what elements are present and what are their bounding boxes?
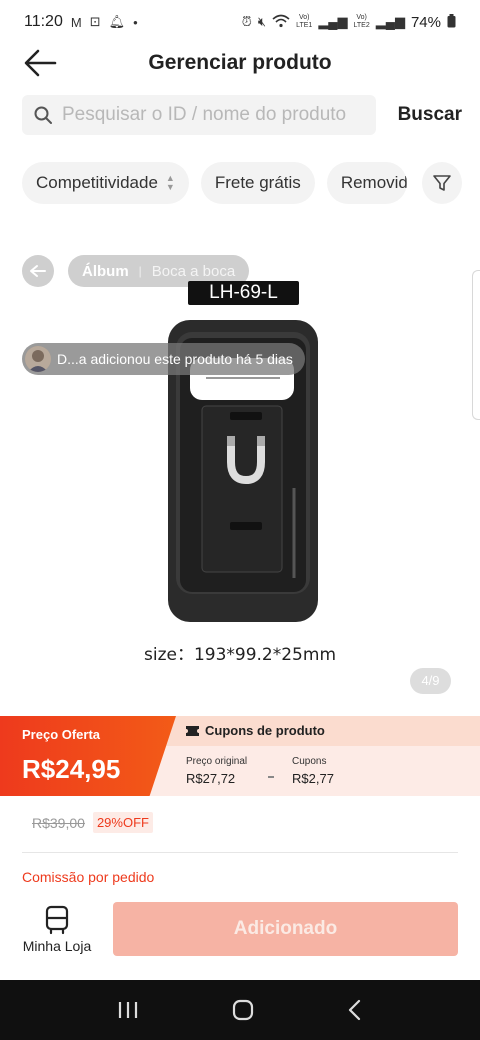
coupons-title: Cupons de produto [186, 723, 325, 738]
signal-sim2-icon: Vo) LTE2 [353, 14, 370, 29]
divider [22, 852, 458, 853]
bottom-actions: Minha Loja Adicionado [0, 898, 480, 964]
added-button[interactable]: Adicionado [113, 902, 458, 956]
funnel-icon [433, 175, 451, 191]
original-price-label: Preço original [186, 756, 248, 767]
search-box[interactable] [22, 95, 376, 135]
original-price-block: Preço original R$27,72 [186, 756, 247, 786]
search-icon [34, 106, 52, 124]
battery-icon [447, 13, 456, 31]
arrow-left-icon [30, 265, 46, 277]
minus-sign [268, 776, 274, 778]
sim2-label: LTE2 [353, 22, 370, 29]
added-by-text: D...a adicionou este produto há 5 dias [57, 351, 293, 367]
home-icon[interactable] [232, 999, 254, 1021]
old-price-row: R$39,00 29%OFF [32, 812, 153, 833]
recent-apps-icon[interactable] [117, 1000, 139, 1020]
avatar [25, 346, 51, 372]
page-title: Gerenciar produto [148, 51, 332, 74]
wifi-icon [272, 14, 290, 31]
back-nav-icon[interactable] [347, 999, 363, 1021]
screenshot-icon: ⊡ [89, 14, 101, 29]
filter-row: Competitividade ▲▼ Frete grátis Removido [22, 162, 462, 204]
filter-free-shipping-label: Frete grátis [214, 173, 301, 192]
filter-competitiveness-label: Competitividade [36, 173, 158, 192]
my-store-label: Minha Loja [22, 938, 92, 954]
battery-percent: 74% [410, 13, 441, 31]
filter-removed-label: Removido [340, 173, 407, 192]
mute-icon: 🔇︎ [257, 14, 267, 29]
status-right: ⏰︎ 🔇︎ Vo) LTE1 ▂▄▆ Vo) LTE2 ▂▄▆ 74% [241, 13, 456, 31]
search-button[interactable]: Buscar [398, 104, 462, 126]
filter-removed[interactable]: Removido [326, 162, 407, 204]
system-nav-bar [0, 980, 480, 1040]
offer-price-value: R$24,95 [22, 754, 121, 784]
store-icon [45, 905, 69, 935]
model-label: LH-69-L [188, 281, 299, 305]
back-arrow-icon [24, 49, 57, 77]
ticket-icon [186, 725, 199, 736]
discount-badge: 29%OFF [92, 812, 153, 833]
tab-word-of-mouth[interactable]: Boca a boca [152, 263, 235, 280]
original-price-value: R$27,72 [186, 771, 236, 786]
coupons-title-text: Cupons de produto [205, 723, 325, 738]
my-store-button[interactable]: Minha Loja [12, 904, 102, 954]
added-by-pill: D...a adicionou este produto há 5 dias [22, 343, 305, 375]
dot-icon: • [133, 14, 138, 30]
coupons-value: R$2,77 [292, 771, 334, 786]
status-time: 11:20 [24, 13, 63, 30]
gmail-icon: M [70, 14, 82, 30]
offer-price-panel: Preço Oferta R$24,95 [0, 716, 176, 796]
signal-bars-icon: ▂▄▆ [318, 14, 348, 29]
coupon-panel: Cupons de produto Preço original R$27,72… [150, 716, 480, 796]
commission-label: Comissão por pedido [22, 869, 155, 885]
size-caption: size：193*99.2*25mm [143, 645, 336, 665]
tab-separator: | [138, 264, 142, 278]
filter-button[interactable] [422, 162, 462, 204]
sort-arrows-icon: ▲ ▼ [165, 173, 175, 192]
coupons-label: Cupons [292, 756, 327, 767]
tab-album[interactable]: Álbum [82, 263, 129, 280]
coupons-block: Cupons R$2,77 [292, 756, 334, 786]
filter-competitiveness[interactable]: Competitividade ▲ ▼ [22, 162, 189, 204]
image-page-counter: 4/9 [410, 668, 451, 694]
signal-sim1-icon: Vo) LTE1 [296, 14, 313, 29]
product-gallery[interactable]: Álbum | Boca a boca LH-69-L D...a adicio… [0, 240, 480, 710]
status-left: 11:20 M ⊡ 🔔︎ • [24, 13, 138, 31]
old-price: R$39,00 [32, 814, 85, 831]
signal-bars-2-icon: ▂▄▆ [375, 14, 405, 29]
search-row: Buscar [22, 94, 462, 136]
back-button[interactable] [20, 44, 60, 82]
price-band: Cupons de produto Preço original R$27,72… [0, 716, 480, 796]
app-header: Gerenciar produto [0, 40, 480, 86]
side-scroll-handle[interactable] [472, 270, 480, 420]
alarm-icon: ⏰︎ [241, 14, 252, 29]
sim1-label: LTE1 [296, 22, 313, 29]
gallery-back-button[interactable] [22, 255, 54, 287]
status-bar: 11:20 M ⊡ 🔔︎ • ⏰︎ 🔇︎ Vo) LTE1 ▂▄▆ Vo) LTE2… [0, 0, 480, 44]
offer-price-label: Preço Oferta [22, 727, 101, 742]
search-input[interactable] [62, 104, 367, 126]
notification-bell-icon: 🔔︎ [108, 14, 126, 29]
filter-free-shipping[interactable]: Frete grátis [200, 162, 315, 204]
